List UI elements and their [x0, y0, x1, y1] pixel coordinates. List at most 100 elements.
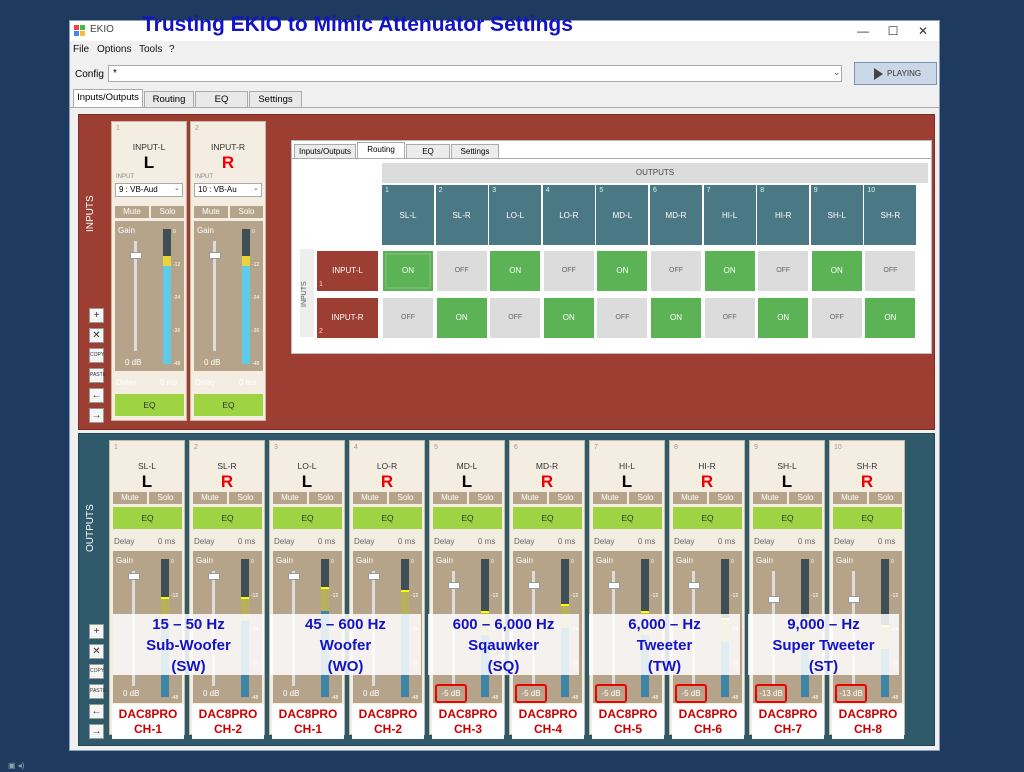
route-cell[interactable]: OFF — [597, 298, 648, 338]
fader-thumb[interactable] — [528, 582, 540, 589]
chevron-down-icon[interactable]: ⌄ — [174, 184, 180, 192]
fader-thumb[interactable] — [848, 596, 860, 603]
chevron-down-icon[interactable]: ⌄ — [253, 184, 259, 192]
route-cell[interactable]: OFF — [865, 251, 916, 291]
route-cell[interactable]: OFF — [704, 298, 755, 338]
eq-button[interactable]: EQ — [115, 394, 184, 416]
route-cell[interactable]: ON — [436, 298, 487, 338]
solo-button[interactable]: Solo — [149, 492, 182, 504]
route-cell[interactable]: ON — [543, 298, 594, 338]
tab-eq[interactable]: EQ — [195, 91, 248, 107]
mute-button[interactable]: Mute — [115, 206, 149, 218]
fader-thumb[interactable] — [448, 582, 460, 589]
mute-button[interactable]: Mute — [113, 492, 147, 504]
route-cell[interactable]: ON — [651, 298, 701, 338]
play-button[interactable]: PLAYING — [854, 62, 937, 85]
solo-button[interactable]: Solo — [230, 206, 263, 218]
tab-inputs-outputs[interactable]: Inputs/Outputs — [73, 89, 143, 108]
mute-button[interactable]: Mute — [753, 492, 787, 504]
fader-thumb[interactable] — [128, 573, 140, 580]
route-cell[interactable]: OFF — [543, 251, 594, 291]
tab-settings[interactable]: Settings — [249, 91, 302, 107]
chevron-down-icon[interactable]: ⌄ — [833, 67, 841, 78]
route-cell[interactable]: OFF — [383, 298, 433, 338]
eq-button[interactable]: EQ — [593, 507, 662, 529]
eq-button[interactable]: EQ — [113, 507, 182, 529]
route-cell[interactable]: ON — [811, 251, 862, 291]
eq-button[interactable]: EQ — [353, 507, 422, 529]
route-cell[interactable]: ON — [865, 298, 916, 338]
fader-thumb[interactable] — [288, 573, 300, 580]
config-select[interactable]: * — [108, 65, 842, 82]
delay-value[interactable]: 0 ms — [160, 378, 177, 387]
routing-tab-eq[interactable]: EQ — [406, 144, 450, 158]
eq-button[interactable]: EQ — [194, 394, 263, 416]
solo-button[interactable]: Solo — [549, 492, 582, 504]
routing-tab-routing[interactable]: Routing — [357, 142, 405, 159]
mute-button[interactable]: Mute — [513, 492, 547, 504]
route-cell[interactable]: ON — [490, 251, 541, 291]
solo-button[interactable]: Solo — [151, 206, 184, 218]
route-cell[interactable]: OFF — [436, 251, 487, 291]
move-right-button[interactable]: → — [89, 724, 104, 739]
mute-button[interactable]: Mute — [433, 492, 467, 504]
tab-routing[interactable]: Routing — [144, 91, 194, 107]
delay-value[interactable]: 0 ms — [238, 537, 255, 546]
delay-value[interactable]: 0 ms — [558, 537, 575, 546]
route-cell[interactable]: OFF — [651, 251, 701, 291]
solo-button[interactable]: Solo — [229, 492, 262, 504]
delay-value[interactable]: 0 ms — [878, 537, 895, 546]
solo-button[interactable]: Solo — [869, 492, 902, 504]
fader-thumb[interactable] — [608, 582, 620, 589]
route-cell[interactable]: OFF — [758, 251, 809, 291]
delay-value[interactable]: 0 ms — [158, 537, 175, 546]
route-cell[interactable]: ON — [383, 251, 433, 291]
menu-help[interactable]: ? — [169, 44, 175, 55]
delay-value[interactable]: 0 ms — [478, 537, 495, 546]
mute-button[interactable]: Mute — [193, 492, 227, 504]
delay-value[interactable]: 0 ms — [239, 378, 256, 387]
move-left-button[interactable]: ← — [89, 704, 104, 719]
close-button[interactable]: ✕ — [908, 22, 938, 40]
delay-value[interactable]: 0 ms — [318, 537, 335, 546]
mute-button[interactable]: Mute — [673, 492, 707, 504]
solo-button[interactable]: Solo — [469, 492, 502, 504]
route-cell[interactable]: OFF — [811, 298, 862, 338]
fader-thumb[interactable] — [208, 573, 220, 580]
device-select[interactable]: 9 : VB-Aud — [115, 183, 183, 197]
remove-button[interactable]: ✕ — [89, 328, 104, 343]
eq-button[interactable]: EQ — [433, 507, 502, 529]
delay-value[interactable]: 0 ms — [718, 537, 735, 546]
paste-button[interactable]: PASTE — [89, 684, 106, 699]
fader-thumb[interactable] — [130, 252, 142, 259]
menu-options[interactable]: Options — [97, 44, 131, 55]
paste-button[interactable]: PASTE — [89, 368, 106, 383]
route-cell[interactable]: ON — [597, 251, 648, 291]
eq-button[interactable]: EQ — [193, 507, 262, 529]
add-button[interactable]: + — [89, 308, 104, 323]
route-cell[interactable]: ON — [704, 251, 755, 291]
solo-button[interactable]: Solo — [389, 492, 422, 504]
remove-button[interactable]: ✕ — [89, 644, 104, 659]
route-cell[interactable]: OFF — [490, 298, 541, 338]
fader-thumb[interactable] — [368, 573, 380, 580]
eq-button[interactable]: EQ — [833, 507, 902, 529]
delay-value[interactable]: 0 ms — [398, 537, 415, 546]
eq-button[interactable]: EQ — [753, 507, 822, 529]
routing-tab-inputsoutputs[interactable]: Inputs/Outputs — [294, 144, 356, 158]
copy-button[interactable]: COPY — [89, 348, 104, 363]
solo-button[interactable]: Solo — [709, 492, 742, 504]
move-right-button[interactable]: → — [89, 408, 104, 423]
delay-value[interactable]: 0 ms — [638, 537, 655, 546]
menu-tools[interactable]: Tools — [139, 44, 162, 55]
add-button[interactable]: + — [89, 624, 104, 639]
copy-button[interactable]: COPY — [89, 664, 104, 679]
mute-button[interactable]: Mute — [833, 492, 867, 504]
mute-button[interactable]: Mute — [194, 206, 228, 218]
solo-button[interactable]: Solo — [629, 492, 662, 504]
eq-button[interactable]: EQ — [273, 507, 342, 529]
move-left-button[interactable]: ← — [89, 388, 104, 403]
solo-button[interactable]: Solo — [789, 492, 822, 504]
fader-thumb[interactable] — [209, 252, 221, 259]
route-cell[interactable]: ON — [758, 298, 809, 338]
